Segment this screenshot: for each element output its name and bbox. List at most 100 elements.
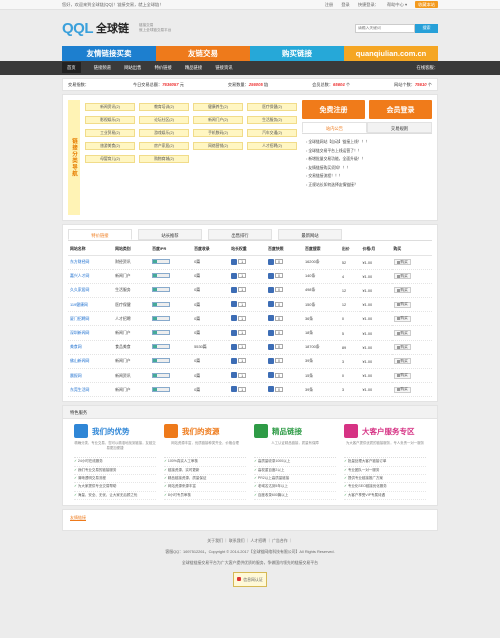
login-link[interactable]: 登录	[341, 2, 349, 7]
buy-button[interactable]: 购买	[393, 301, 411, 308]
category-item[interactable]: 生活服务(2)	[247, 116, 297, 124]
category-item[interactable]: 教育培训(2)	[139, 103, 189, 111]
banner-domain[interactable]: quanqiulian.com.cn	[344, 46, 438, 61]
buy-cell[interactable]: 购买	[391, 311, 432, 327]
announcement-item[interactable]: 友情链接购买须知！！！	[306, 164, 428, 173]
nav-special[interactable]: 特价链接	[155, 65, 172, 70]
buy-button[interactable]: 购买	[393, 344, 411, 351]
buy-button[interactable]: 购买	[393, 315, 411, 322]
table-cell[interactable]: 久久家居网	[68, 283, 114, 299]
table-row: 晨报网 新闻资讯 0篇 1 0 15条 0 ¥1.00 购买	[68, 368, 432, 384]
listing-tab[interactable]: 出售排行	[208, 229, 272, 240]
tab-announcements[interactable]: 站内公告	[302, 122, 367, 133]
buy-button[interactable]: 购买	[393, 358, 411, 365]
feature-title: 大客户服务专区	[362, 426, 415, 436]
table-cell: ¥1.00	[360, 368, 392, 384]
pr-bar	[152, 372, 171, 378]
footer-copyright: 客服QQ：1697512261，Copyright © 2014-2017【全球…	[165, 548, 335, 554]
stat-sites-label: 网站个数：	[394, 81, 415, 87]
category-item[interactable]: 购物商城(2)	[139, 155, 189, 163]
announcement-item[interactable]: 全球链交易平台上线运营了！！	[306, 147, 428, 156]
category-item[interactable]: 影视娱乐(2)	[85, 116, 135, 124]
search-input[interactable]	[355, 23, 415, 33]
table-cell[interactable]: 东莞生活网	[68, 382, 114, 398]
favorite-button[interactable]: 收藏本站	[415, 0, 438, 8]
category-item[interactable]: 论坛社区(2)	[139, 116, 189, 124]
buy-cell[interactable]: 购买	[391, 340, 432, 355]
category-item[interactable]: 人才招聘(2)	[247, 142, 297, 150]
tab-trade-rules[interactable]: 交易规则	[367, 122, 432, 133]
table-cell[interactable]: 嘉兴人才网	[68, 269, 114, 284]
nav-link-channel[interactable]: 链接频道	[94, 65, 111, 70]
member-login-button[interactable]: 会员登录	[369, 100, 432, 119]
category-item[interactable]: 健康养生(2)	[193, 103, 243, 111]
footer-nav[interactable]: 关于我们 ｜ 联系我们 ｜ 人才招聘 ｜ 广告合作 ｜	[0, 535, 500, 546]
table-cell[interactable]: 东方财经网	[68, 255, 114, 270]
weight-badge: 1	[231, 301, 247, 308]
announcement-item[interactable]: 交易链接流程！！！	[306, 172, 428, 181]
nav-site-sale[interactable]: 网站出售	[124, 65, 141, 70]
banner-link-trade[interactable]: 友情链接买卖	[62, 46, 156, 61]
category-item[interactable]: 游戏娱乐(2)	[139, 129, 189, 137]
announcement-item[interactable]: 全球链网站【自动】链接上线！！！	[306, 138, 428, 147]
buy-cell[interactable]: 购买	[391, 368, 432, 384]
category-item[interactable]: 医疗保健(2)	[247, 103, 297, 111]
snapshot-icon	[268, 301, 275, 308]
listing-tab[interactable]: 最新网站	[278, 229, 342, 240]
category-item[interactable]: 新闻资讯(2)	[85, 103, 135, 111]
buy-button[interactable]: 购买	[393, 259, 411, 266]
announcement-item[interactable]: 正规站长如何选择友情链接？	[306, 181, 428, 190]
category-item[interactable]: 网络营销(2)	[193, 142, 243, 150]
category-item[interactable]: 汽车交通(2)	[247, 129, 297, 137]
buy-button[interactable]: 购买	[393, 273, 411, 280]
table-cell: 食品美食	[113, 340, 151, 355]
table-cell[interactable]: 119健康网	[68, 297, 114, 313]
listing-tab[interactable]: 特价链接	[68, 229, 132, 240]
table-cell: ¥1.00	[360, 255, 392, 270]
table-cell[interactable]: 佛山新闻网	[68, 354, 114, 370]
stat-sites: 网站个数：75610 个	[394, 82, 432, 88]
listing-tab[interactable]: 站长推荐	[138, 229, 202, 240]
table-cell[interactable]: 厦门招聘网	[68, 311, 114, 327]
online-service[interactable]: 在线客服：	[417, 65, 438, 71]
help-center-link[interactable]: 帮助中心 ▾	[387, 2, 407, 7]
banner-exchange[interactable]: 友链交易	[156, 46, 250, 61]
category-item[interactable]: 新闻门户(2)	[193, 116, 243, 124]
buy-cell[interactable]: 购买	[391, 297, 432, 313]
buy-cell[interactable]: 购买	[391, 325, 432, 341]
category-item[interactable]: 旅游美食(2)	[85, 142, 135, 150]
buy-cell[interactable]: 购买	[391, 283, 432, 299]
nav-news[interactable]: 链接资讯	[215, 65, 232, 70]
nav-premium[interactable]: 精品链接	[185, 65, 202, 70]
logo[interactable]: QQL 全球链 链接交易 就上全球链交易平台	[62, 20, 171, 37]
buy-cell[interactable]: 购买	[391, 255, 432, 270]
baidu-weight-icon	[231, 386, 238, 393]
free-register-button[interactable]: 免费注册	[302, 100, 365, 119]
certification-badge[interactable]: 信息网认证	[233, 571, 267, 587]
feature-list-item: 链接资源，实时更新	[164, 467, 246, 475]
buy-button[interactable]: 购买	[393, 372, 411, 379]
category-item[interactable]: 房产家居(2)	[139, 142, 189, 150]
buy-button[interactable]: 购买	[393, 386, 411, 393]
snapshot-icon	[268, 372, 275, 379]
stat-members-unit: 个	[345, 81, 351, 87]
category-item[interactable]: 工业贸易(2)	[85, 129, 135, 137]
announcement-item[interactable]: 新增批量交易功能，全面升级！！	[306, 155, 428, 164]
buy-cell[interactable]: 购买	[391, 382, 432, 398]
buy-button[interactable]: 购买	[393, 287, 411, 294]
buy-button[interactable]: 购买	[393, 330, 411, 337]
buy-cell[interactable]: 购买	[391, 354, 432, 370]
pr-bar	[152, 330, 171, 336]
category-item[interactable]: 手机数码(2)	[193, 129, 243, 137]
table-cell[interactable]: 深圳新闻网	[68, 325, 114, 341]
table-cell: ¥1.00	[360, 354, 392, 370]
category-item[interactable]: 母婴育儿(2)	[85, 155, 135, 163]
search-button[interactable]: 搜索	[415, 23, 438, 33]
nav-home[interactable]: 首页	[62, 62, 81, 73]
table-cell[interactable]: 晨报网	[68, 368, 114, 384]
banner-buy-links[interactable]: 购买链接	[250, 46, 344, 61]
register-link[interactable]: 注册	[325, 2, 333, 7]
snapshot-value: 0	[275, 259, 284, 265]
table-cell[interactable]: 美食网	[68, 340, 114, 355]
buy-cell[interactable]: 购买	[391, 269, 432, 284]
